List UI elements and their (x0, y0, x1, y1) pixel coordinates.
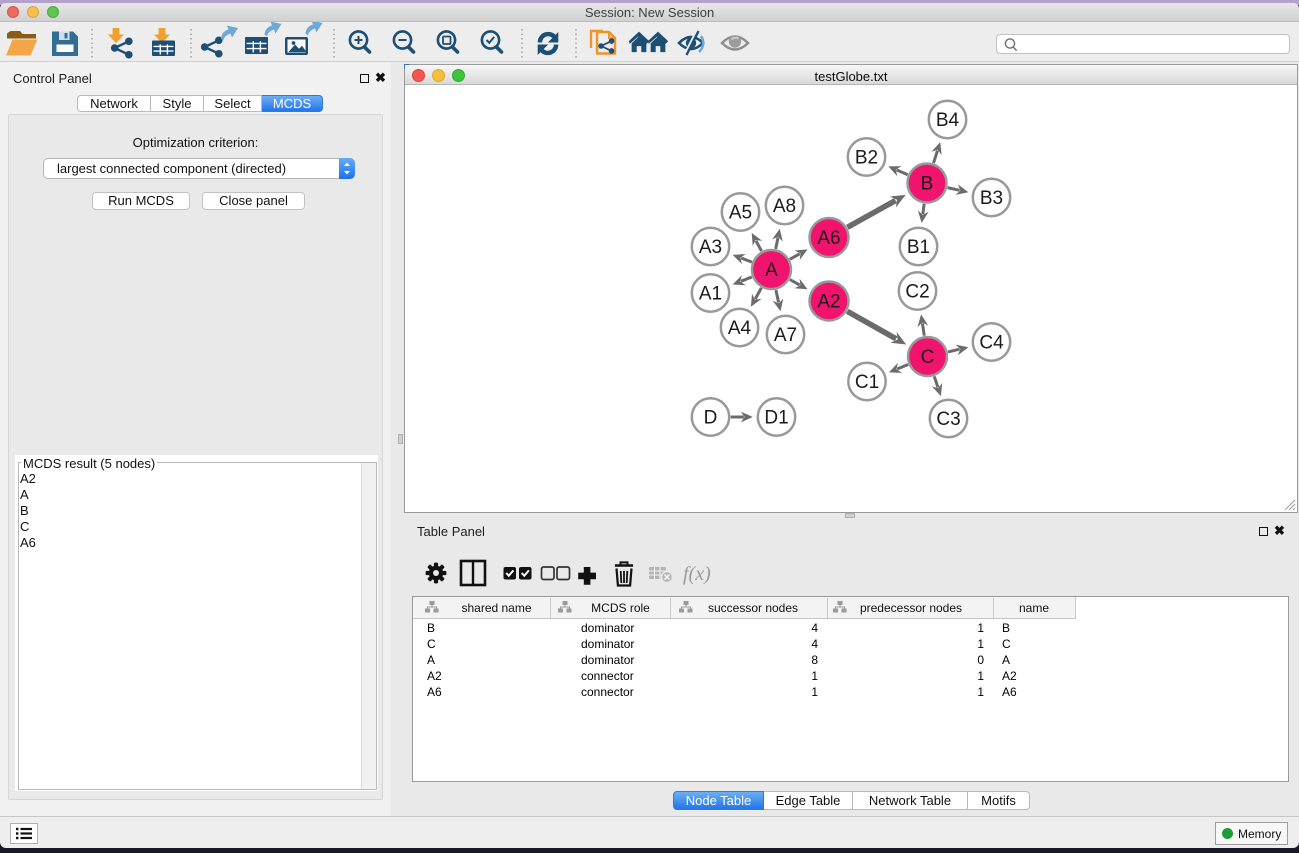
svg-text:A2: A2 (817, 292, 840, 313)
svg-text:f(x): f(x) (683, 563, 711, 585)
svg-text:D1: D1 (764, 408, 788, 429)
svg-text:A4: A4 (728, 318, 752, 339)
svg-text:C2: C2 (905, 282, 929, 303)
svg-text:A6: A6 (817, 228, 840, 249)
svg-text:A7: A7 (774, 325, 797, 346)
svg-text:C1: C1 (855, 372, 879, 393)
svg-text:B: B (921, 174, 934, 195)
svg-text:A8: A8 (773, 196, 796, 217)
svg-text:A: A (765, 260, 778, 281)
svg-text:C3: C3 (936, 409, 960, 430)
svg-text:C: C (921, 347, 935, 368)
svg-text:A1: A1 (699, 284, 722, 305)
svg-text:D: D (704, 408, 718, 429)
svg-text:B4: B4 (936, 110, 960, 131)
svg-text:C4: C4 (979, 333, 1004, 354)
svg-text:A3: A3 (699, 237, 722, 258)
svg-text:B2: B2 (855, 148, 878, 169)
svg-text:A5: A5 (729, 203, 752, 224)
svg-text:B3: B3 (980, 188, 1003, 209)
svg-text:B1: B1 (907, 237, 930, 258)
